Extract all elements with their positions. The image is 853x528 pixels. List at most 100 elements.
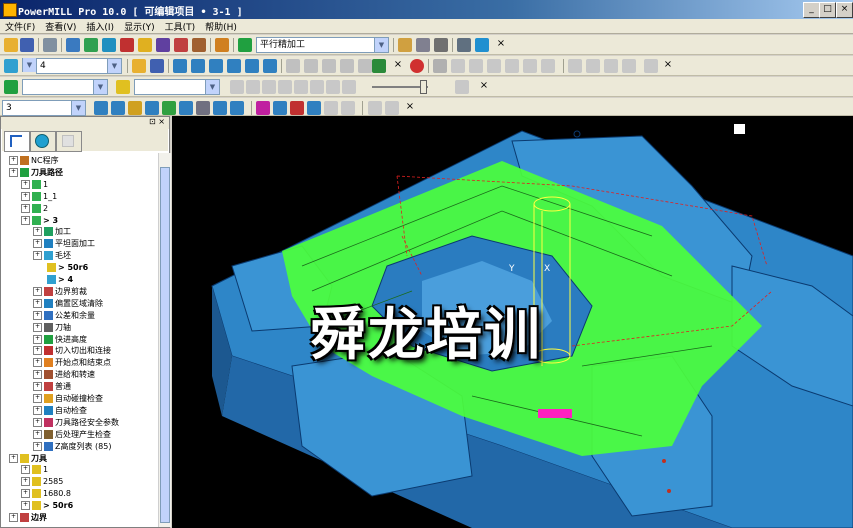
tree-node[interactable]: + 普通	[33, 381, 71, 393]
measure-icon[interactable]	[434, 38, 448, 52]
draft-icon[interactable]	[307, 101, 321, 115]
shade-icon[interactable]	[433, 59, 447, 73]
top-view-icon[interactable]	[128, 101, 142, 115]
tree-node[interactable]: + 加工	[33, 226, 71, 238]
undercut-icon[interactable]	[290, 101, 304, 115]
grid-icon[interactable]	[196, 101, 210, 115]
sim-path-combo[interactable]: ▼	[22, 79, 108, 95]
rotate-icon[interactable]	[487, 59, 501, 73]
model-icon[interactable]	[604, 59, 618, 73]
offset-icon[interactable]	[245, 59, 259, 73]
view-cube-icon[interactable]	[734, 124, 745, 134]
menu-display[interactable]: 显示(Y)	[119, 19, 160, 33]
verify-icon[interactable]	[398, 38, 412, 52]
menu-help[interactable]: 帮助(H)	[200, 19, 242, 33]
chevron-down-icon[interactable]: ▼	[205, 80, 219, 94]
scrollbar-thumb[interactable]	[160, 167, 170, 523]
tree-node[interactable]: + Z高度列表 (85)	[33, 441, 111, 453]
speed-slider-handle[interactable]	[420, 80, 427, 94]
save-icon[interactable]	[20, 38, 34, 52]
options-icon[interactable]	[644, 59, 658, 73]
simulation-icon[interactable]	[4, 80, 18, 94]
tab-explorer-tree[interactable]	[4, 131, 30, 152]
paste-icon[interactable]	[340, 59, 354, 73]
tree-node[interactable]: + 快进高度	[33, 334, 87, 346]
menu-file[interactable]: 文件(F)	[0, 19, 40, 33]
workplane-icon[interactable]	[475, 38, 489, 52]
zoom-fit-icon[interactable]	[162, 101, 176, 115]
tree-node[interactable]: + 偏置区域清除	[33, 298, 103, 310]
expand-toggle-icon[interactable]: +	[33, 405, 42, 415]
chevron-down-icon[interactable]: ▼	[374, 38, 388, 52]
view-icon[interactable]	[451, 59, 465, 73]
shaded-icon[interactable]	[230, 101, 244, 115]
tree-node[interactable]: > 50r6	[47, 262, 88, 274]
front-view-icon[interactable]	[111, 101, 125, 115]
expand-toggle-icon[interactable]: +	[33, 322, 42, 332]
start-point-icon[interactable]	[102, 38, 116, 52]
simulate-icon[interactable]	[416, 38, 430, 52]
stock-icon[interactable]	[586, 59, 600, 73]
save-layer-icon[interactable]	[150, 59, 164, 73]
pattern-icon[interactable]	[192, 38, 206, 52]
transform-icon[interactable]	[191, 59, 205, 73]
tree-node[interactable]: + 开始点和结束点	[33, 357, 111, 369]
undo-icon[interactable]	[286, 59, 300, 73]
tree-node[interactable]: + 刀具路径安全参数	[33, 417, 119, 429]
menu-insert[interactable]: 插入(I)	[81, 19, 119, 33]
transparency-icon[interactable]	[341, 101, 355, 115]
tree-node[interactable]: + 边界	[9, 512, 47, 524]
block-icon[interactable]	[66, 38, 80, 52]
rewind-icon[interactable]	[278, 80, 292, 94]
chevron-down-icon[interactable]: ▼	[107, 59, 121, 73]
cut-icon[interactable]	[372, 59, 386, 73]
copy-icon[interactable]	[322, 59, 336, 73]
tab-explorer-archive[interactable]	[56, 131, 82, 152]
leads-icon[interactable]	[120, 38, 134, 52]
material-icon[interactable]	[385, 101, 399, 115]
boundary-icon[interactable]	[174, 38, 188, 52]
expand-toggle-icon[interactable]: +	[33, 370, 42, 380]
expand-toggle-icon[interactable]: +	[21, 477, 30, 487]
expand-toggle-icon[interactable]: +	[33, 441, 42, 451]
stop-icon[interactable]	[410, 59, 424, 73]
sim-tool-combo[interactable]: ▼	[134, 79, 220, 95]
expand-toggle-icon[interactable]: +	[21, 191, 30, 201]
zoom-icon[interactable]	[469, 59, 483, 73]
step-back-icon[interactable]	[262, 80, 276, 94]
print-icon[interactable]	[43, 38, 57, 52]
tree-node[interactable]: + 刀具	[9, 453, 47, 465]
tree-node[interactable]: + 自动检查	[33, 405, 87, 417]
feedrate-icon[interactable]	[156, 38, 170, 52]
tree-node[interactable]: > 4	[47, 274, 73, 286]
graphics-viewport[interactable]: Y X 舜龙培训	[172, 116, 853, 528]
expand-toggle-icon[interactable]: +	[21, 489, 30, 499]
light-icon[interactable]	[368, 101, 382, 115]
menu-tools[interactable]: 工具(T)	[160, 19, 201, 33]
expand-toggle-icon[interactable]: +	[33, 310, 42, 320]
chevron-down-icon[interactable]: ▼	[93, 80, 107, 94]
tree-node[interactable]: +2585	[21, 476, 63, 488]
expand-toggle-icon[interactable]: +	[33, 334, 42, 344]
toolbar2-close-button[interactable]: ×	[392, 59, 404, 72]
expand-toggle-icon[interactable]: +	[9, 167, 18, 177]
delete-icon[interactable]	[358, 59, 372, 73]
toolbar4-close-button[interactable]: ×	[404, 101, 416, 114]
tree-node[interactable]: + 刀轴	[33, 322, 71, 334]
explorer-scrollbar[interactable]	[158, 153, 171, 527]
toolpath-strategy-icon[interactable]	[238, 38, 252, 52]
tool-holder-icon[interactable]	[116, 80, 130, 94]
edit-icon[interactable]	[263, 59, 277, 73]
pause-icon[interactable]	[246, 80, 260, 94]
expand-toggle-icon[interactable]: +	[21, 465, 30, 475]
eject-icon[interactable]	[455, 80, 469, 94]
open-folder-icon[interactable]	[4, 38, 18, 52]
normals-icon[interactable]	[273, 101, 287, 115]
rapid-move-icon[interactable]	[84, 38, 98, 52]
expand-toggle-icon[interactable]: +	[9, 156, 18, 165]
solid-icon[interactable]	[227, 59, 241, 73]
tree-node[interactable]: + 后处理产生检查	[33, 429, 111, 441]
toolbar2b-close-button[interactable]: ×	[662, 59, 674, 72]
play-icon[interactable]	[230, 80, 244, 94]
refresh-icon[interactable]	[541, 59, 555, 73]
